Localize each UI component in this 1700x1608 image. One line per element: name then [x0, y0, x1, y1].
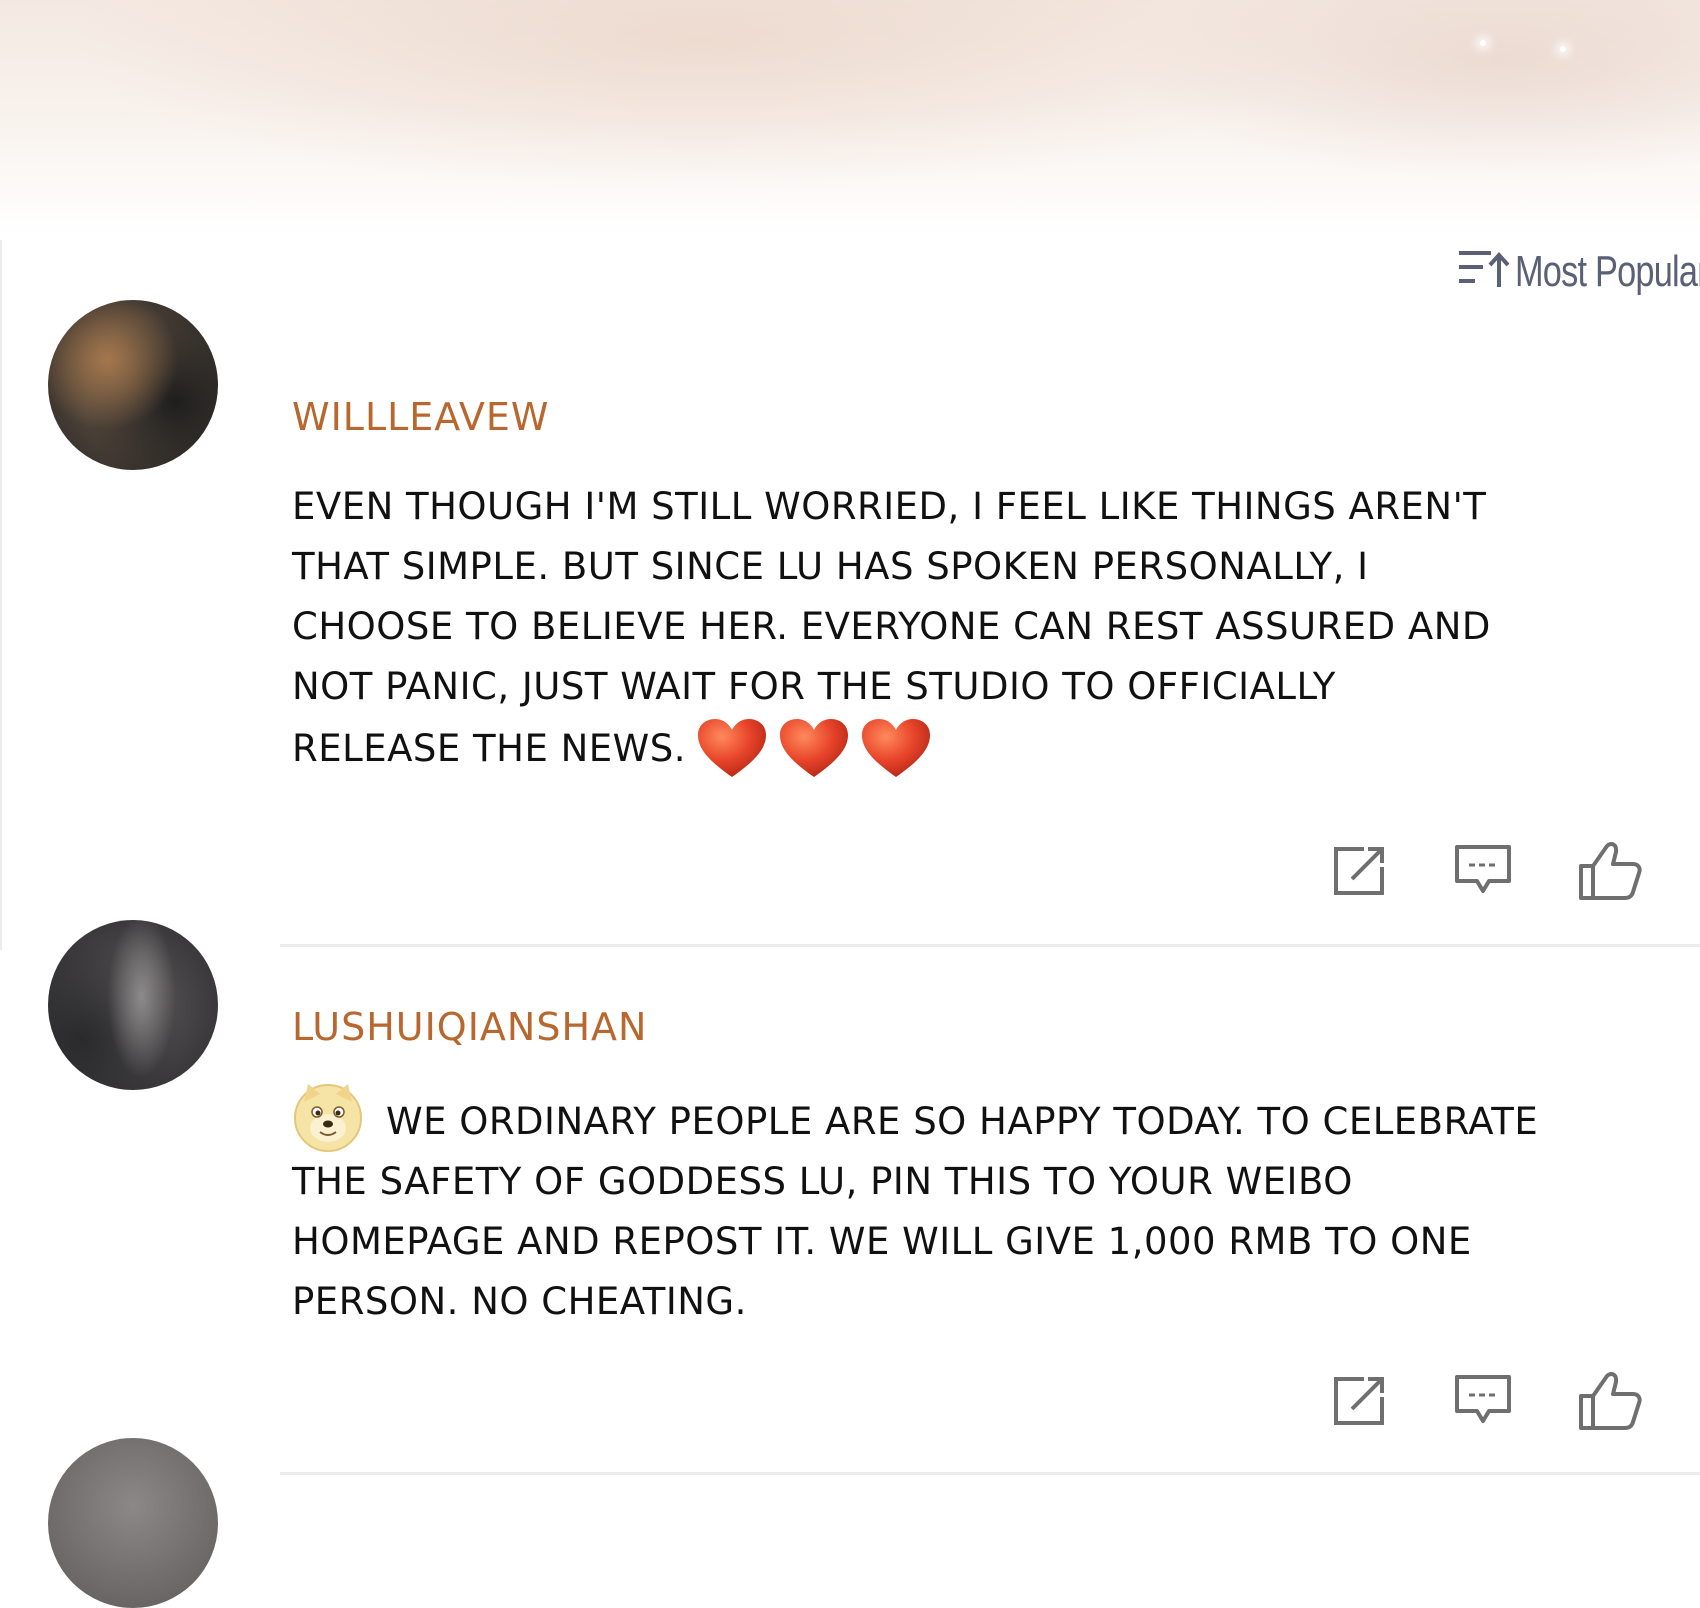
comment-username[interactable]: LUSHUIQIANSHAN: [292, 1005, 647, 1049]
top-banner: [0, 0, 1700, 235]
heart-emoji-icon: [778, 717, 850, 779]
like-button[interactable]: [1577, 838, 1700, 908]
comment-divider: [280, 1472, 1700, 1475]
comment-line: THAT SIMPLE. BUT SINCE LU HAS SPOKEN PER…: [292, 545, 1369, 588]
comment-username[interactable]: WILLLEAVEW: [292, 395, 549, 439]
comment-divider: [280, 944, 1700, 947]
doge-emoji-icon: [292, 1080, 364, 1152]
like-icon: [1577, 1370, 1643, 1437]
repost-icon: [1330, 1373, 1390, 1434]
comment-line: CHOOSE TO BELIEVE HER. EVERYONE CAN REST…: [292, 605, 1491, 648]
comment-line-last: RELEASE THE NEWS.: [292, 717, 1652, 779]
heart-emoji-icon: [696, 717, 768, 779]
comment-actions: [1330, 1368, 1700, 1438]
sort-ascending-icon: [1457, 245, 1510, 298]
avatar[interactable]: [48, 300, 218, 470]
comment-line: THE SAFETY OF GODDESS LU, PIN THIS TO YO…: [292, 1160, 1353, 1203]
sort-label: Most Popular: [1515, 246, 1700, 296]
comment-icon: [1453, 843, 1513, 904]
avatar[interactable]: [48, 1438, 218, 1608]
like-button[interactable]: [1577, 1368, 1700, 1438]
repost-button[interactable]: [1330, 1368, 1453, 1438]
comment-button[interactable]: [1453, 1368, 1576, 1438]
avatar[interactable]: [48, 920, 218, 1090]
repost-button[interactable]: [1330, 838, 1453, 908]
comment-body: EVEN THOUGH I'M STILL WORRIED, I FEEL LI…: [292, 477, 1652, 779]
comment-icon: [1453, 1373, 1513, 1434]
comment-line: WE ORDINARY PEOPLE ARE SO HAPPY TODAY. T…: [386, 1100, 1539, 1143]
sort-most-popular-button[interactable]: Most Popular: [1457, 245, 1700, 298]
panel-edge: [0, 240, 2, 950]
comment-line: EVEN THOUGH I'M STILL WORRIED, I FEEL LI…: [292, 485, 1487, 528]
comment-body: WE ORDINARY PEOPLE ARE SO HAPPY TODAY. T…: [292, 1080, 1652, 1332]
comment-line: PERSON. NO CHEATING.: [292, 1280, 747, 1323]
sparkle-decoration: [1480, 40, 1486, 46]
sparkle-decoration: [1560, 46, 1566, 52]
comment-line: NOT PANIC, JUST WAIT FOR THE STUDIO TO O…: [292, 665, 1336, 708]
comment-button[interactable]: [1453, 838, 1576, 908]
repost-icon: [1330, 843, 1390, 904]
comment-actions: [1330, 838, 1700, 908]
like-icon: [1577, 840, 1643, 907]
comment-line: HOMEPAGE AND REPOST IT. WE WILL GIVE 1,0…: [292, 1220, 1472, 1263]
comment-line: RELEASE THE NEWS.: [292, 727, 686, 770]
heart-emoji-icon: [860, 717, 932, 779]
comment-line-first: WE ORDINARY PEOPLE ARE SO HAPPY TODAY. T…: [292, 1080, 1652, 1152]
